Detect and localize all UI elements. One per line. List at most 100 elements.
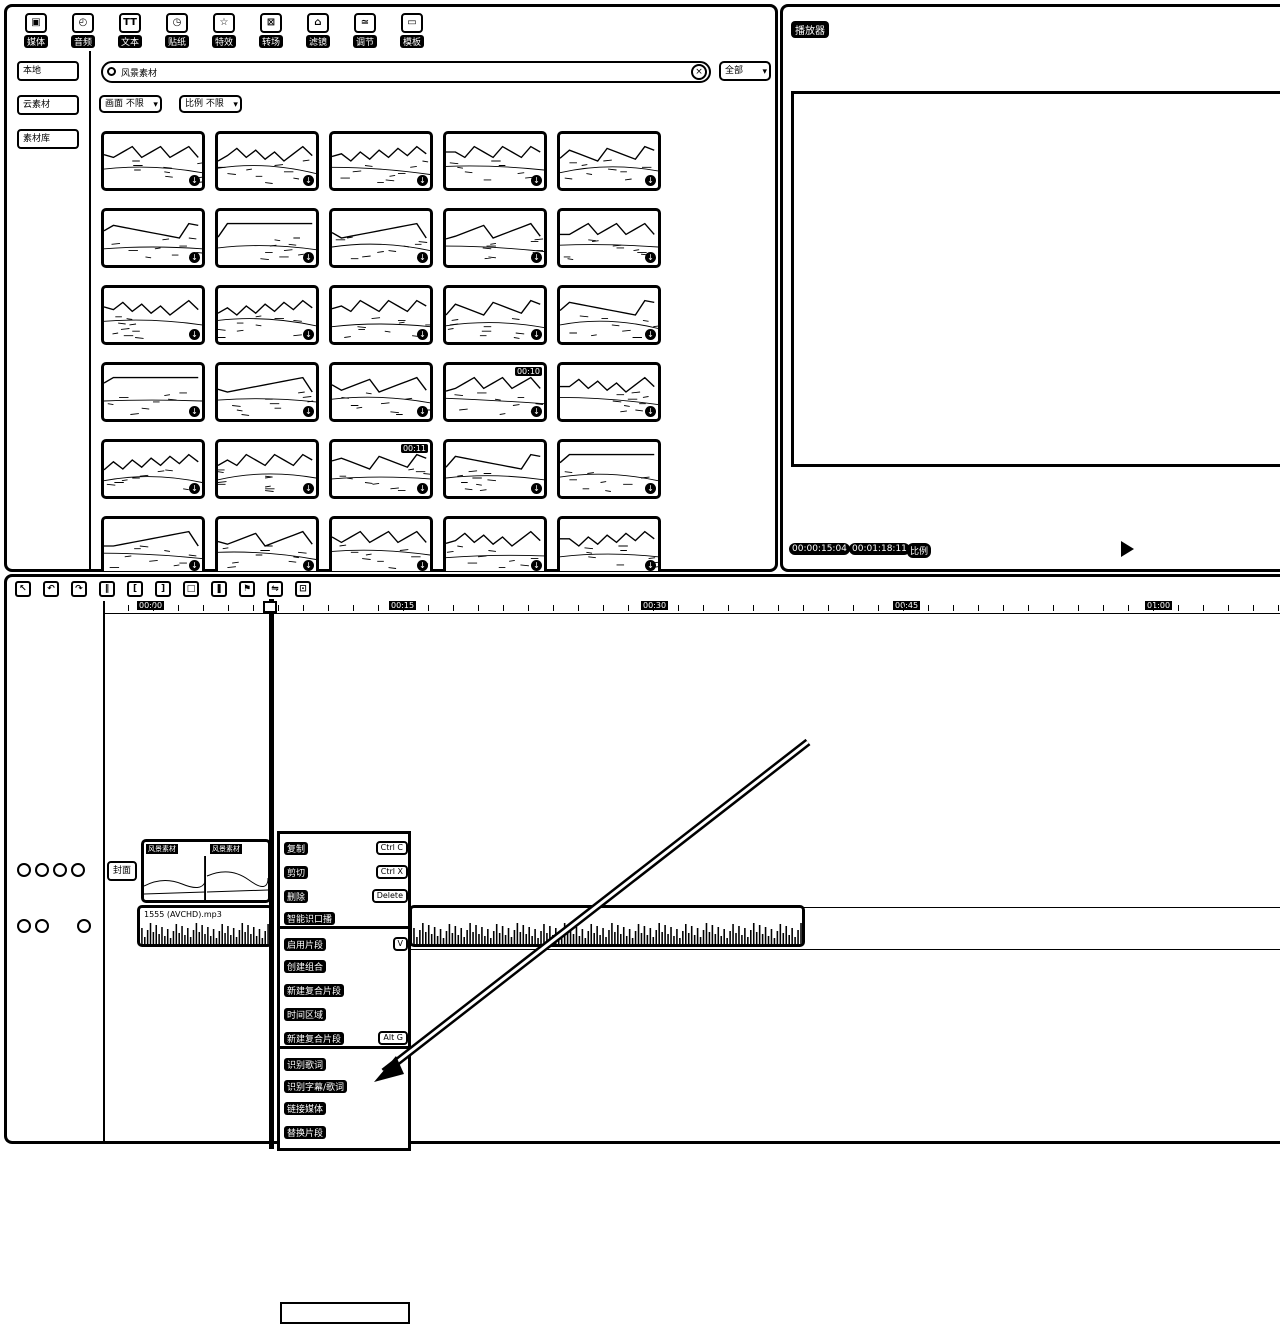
media-thumbnail[interactable]: ↓ [215, 516, 319, 571]
context-menu-item[interactable]: 复制 Ctrl C [284, 840, 408, 856]
media-thumbnail[interactable]: ↓ [329, 208, 433, 268]
download-icon[interactable]: ↓ [189, 175, 200, 186]
playhead-handle[interactable] [263, 601, 277, 613]
context-menu-item[interactable]: 启用片段 V [284, 936, 408, 952]
media-thumbnail[interactable]: ↓ [101, 439, 205, 499]
media-thumbnail[interactable]: ↓ [101, 516, 205, 571]
download-icon[interactable]: ↓ [189, 483, 200, 494]
filter-all-dropdown[interactable]: 全部 ▾ [719, 61, 771, 81]
timeline-ruler[interactable]: 00:0000:1500:3000:4501:00 [103, 601, 1280, 614]
undo-icon[interactable]: ↶ [43, 581, 59, 597]
media-thumbnail[interactable]: ↓ 00:10 [443, 362, 547, 422]
media-thumbnail[interactable]: ↓ [215, 131, 319, 191]
toolbar-item-7[interactable]: ≃ 调节 [346, 13, 384, 48]
media-thumbnail[interactable]: ↓ [329, 131, 433, 191]
media-thumbnail[interactable]: ↓ [215, 285, 319, 345]
toolbar-item-0[interactable]: ▣ 媒体 [17, 13, 55, 48]
mark-icon[interactable]: ⚑ [239, 581, 255, 597]
download-icon[interactable]: ↓ [417, 175, 428, 186]
mirror-icon[interactable]: ⇋ [267, 581, 283, 597]
context-menu-item[interactable]: 智能识口播 [284, 910, 408, 926]
filter-ratio[interactable]: 比例 不限 ▾ [179, 95, 242, 113]
hide-icon[interactable] [35, 919, 49, 933]
download-icon[interactable]: ↓ [645, 406, 656, 417]
download-icon[interactable]: ↓ [417, 252, 428, 263]
context-menu-item[interactable]: 创建组合 [284, 958, 408, 974]
media-thumbnail[interactable]: ↓ [557, 285, 661, 345]
download-icon[interactable]: ↓ [645, 252, 656, 263]
split-icon[interactable]: ‖ [99, 581, 115, 597]
media-thumbnail[interactable]: ↓ [215, 208, 319, 268]
playhead[interactable] [269, 599, 274, 1149]
context-menu-item[interactable]: 新建复合片段 Alt G [284, 1030, 408, 1046]
hide-icon[interactable] [35, 863, 49, 877]
lock-icon[interactable] [17, 919, 31, 933]
download-icon[interactable]: ↓ [303, 252, 314, 263]
crop-icon[interactable]: ⊡ [295, 581, 311, 597]
download-icon[interactable]: ↓ [531, 175, 542, 186]
ratio-button[interactable]: 比例 [907, 543, 932, 558]
media-thumbnail[interactable]: ↓ [443, 208, 547, 268]
download-icon[interactable]: ↓ [303, 329, 314, 340]
context-menu-item[interactable]: 链接媒体 [284, 1100, 408, 1116]
media-thumbnail[interactable]: ↓ [101, 285, 205, 345]
audio-clip[interactable]: 1555 (AVCHD).mp3 [137, 905, 273, 947]
media-thumbnail[interactable]: ↓ [557, 208, 661, 268]
media-thumbnail[interactable]: ↓ [557, 516, 661, 571]
download-icon[interactable]: ↓ [417, 329, 428, 340]
search-input[interactable] [121, 65, 681, 79]
toolbar-item-2[interactable]: TT 文本 [111, 13, 149, 48]
toolbar-item-5[interactable]: ⊠ 转场 [252, 13, 290, 48]
download-icon[interactable]: ↓ [645, 329, 656, 340]
media-thumbnail[interactable]: ↓ [443, 439, 547, 499]
media-thumbnail[interactable]: ↓ [215, 362, 319, 422]
toolbar-item-1[interactable]: ◴ 音频 [64, 13, 102, 48]
media-thumbnail[interactable]: ↓ [557, 439, 661, 499]
mute-icon[interactable] [53, 863, 67, 877]
media-thumbnail[interactable]: ↓ [101, 208, 205, 268]
cover-icon[interactable] [71, 863, 85, 877]
lock-icon[interactable] [17, 863, 31, 877]
media-thumbnail[interactable]: ↓ [443, 285, 547, 345]
media-thumbnail[interactable]: ↓ [215, 439, 319, 499]
context-menu-item[interactable]: 时间区域 [284, 1006, 408, 1022]
context-menu-item[interactable]: 删除 Delete [284, 888, 408, 904]
media-thumbnail[interactable]: ↓ 00:11 [329, 439, 433, 499]
sidebar-item-local[interactable]: 本地 [17, 61, 79, 81]
redo-icon[interactable]: ↷ [71, 581, 87, 597]
context-menu-item[interactable]: 新建复合片段 [284, 982, 408, 998]
context-menu-item[interactable]: 识别歌词 [284, 1056, 408, 1072]
media-thumbnail[interactable]: ↓ [329, 516, 433, 571]
download-icon[interactable]: ↓ [645, 483, 656, 494]
media-thumbnail[interactable]: ↓ [557, 131, 661, 191]
download-icon[interactable]: ↓ [189, 406, 200, 417]
download-icon[interactable]: ↓ [417, 483, 428, 494]
split-right-icon[interactable]: ] [155, 581, 171, 597]
download-icon[interactable]: ↓ [303, 406, 314, 417]
download-icon[interactable]: ↓ [417, 406, 428, 417]
toolbar-item-4[interactable]: ☆ 特效 [205, 13, 243, 48]
media-thumbnail[interactable]: ↓ [329, 285, 433, 345]
sidebar-item-cloud[interactable]: 云素材 [17, 95, 79, 115]
download-icon[interactable]: ↓ [189, 560, 200, 571]
download-icon[interactable]: ↓ [189, 329, 200, 340]
media-thumbnail[interactable]: ↓ [101, 131, 205, 191]
media-thumbnail[interactable]: ↓ [101, 362, 205, 422]
download-icon[interactable]: ↓ [417, 560, 428, 571]
download-icon[interactable]: ↓ [531, 252, 542, 263]
toolbar-item-3[interactable]: ◷ 贴纸 [158, 13, 196, 48]
filter-picture[interactable]: 画面 不限 ▾ [99, 95, 162, 113]
download-icon[interactable]: ↓ [531, 406, 542, 417]
download-icon[interactable]: ↓ [303, 483, 314, 494]
toolbar-item-6[interactable]: ⌂ 滤镜 [299, 13, 337, 48]
download-icon[interactable]: ↓ [531, 329, 542, 340]
context-menu-item[interactable]: 替换片段 [284, 1124, 408, 1140]
download-icon[interactable]: ↓ [303, 175, 314, 186]
download-icon[interactable]: ↓ [189, 252, 200, 263]
context-menu-item[interactable]: 识别字幕/歌词 [284, 1078, 408, 1094]
media-thumbnail[interactable]: ↓ [557, 362, 661, 422]
cover-button[interactable]: 封面 [107, 861, 137, 881]
audio-clip-continued[interactable] [409, 905, 805, 947]
download-icon[interactable]: ↓ [531, 483, 542, 494]
volume-icon[interactable] [77, 919, 91, 933]
